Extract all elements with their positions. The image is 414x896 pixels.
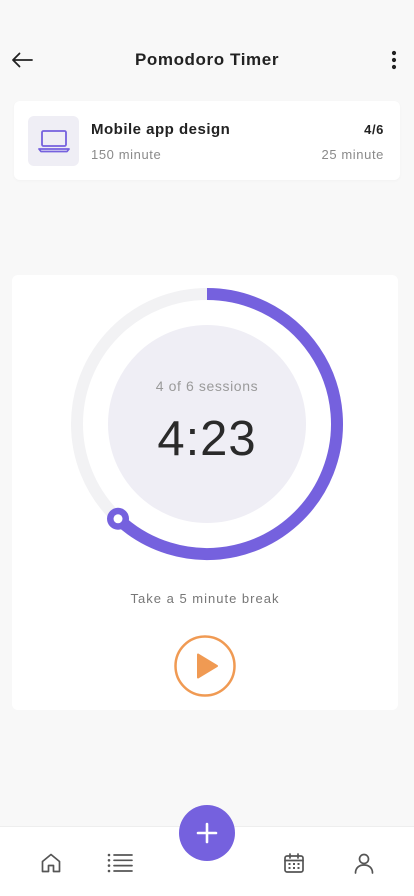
task-icon-box xyxy=(28,116,79,166)
calendar-icon xyxy=(284,853,304,873)
more-vertical-icon xyxy=(391,50,397,70)
page-title: Pomodoro Timer xyxy=(134,50,280,69)
timer-card: 4 of 6 sessions 4:23 Take a 5 minute bre… xyxy=(12,275,398,710)
laptop-icon xyxy=(37,130,70,153)
plus-icon xyxy=(196,822,218,844)
progress-ring-knob-center xyxy=(113,514,123,524)
user-icon xyxy=(354,853,374,874)
task-card[interactable]: Mobile app design 150 minute 4/6 25 minu… xyxy=(14,101,400,180)
home-icon xyxy=(41,853,61,873)
task-session-count: 4/6 xyxy=(364,122,384,137)
nav-calendar[interactable] xyxy=(280,849,308,877)
nav-list[interactable] xyxy=(106,849,134,877)
break-message: Take a 5 minute break xyxy=(130,591,280,606)
timer-display: 4:23 xyxy=(157,412,257,466)
add-task-button[interactable] xyxy=(179,805,235,861)
sessions-label: 4 of 6 sessions xyxy=(155,378,259,394)
more-options-button[interactable] xyxy=(380,46,408,74)
list-icon xyxy=(107,853,133,873)
nav-profile[interactable] xyxy=(350,849,378,877)
pomodoro-screen: Pomodoro Timer Mobile app design 150 min… xyxy=(0,0,414,896)
play-button[interactable] xyxy=(173,634,237,698)
task-total-duration: 150 minute xyxy=(91,147,162,162)
nav-home[interactable] xyxy=(37,849,65,877)
task-session-duration: 25 minute xyxy=(321,147,384,162)
app-header: Pomodoro Timer xyxy=(0,38,414,82)
play-icon xyxy=(174,635,236,697)
task-name: Mobile app design xyxy=(91,121,231,138)
